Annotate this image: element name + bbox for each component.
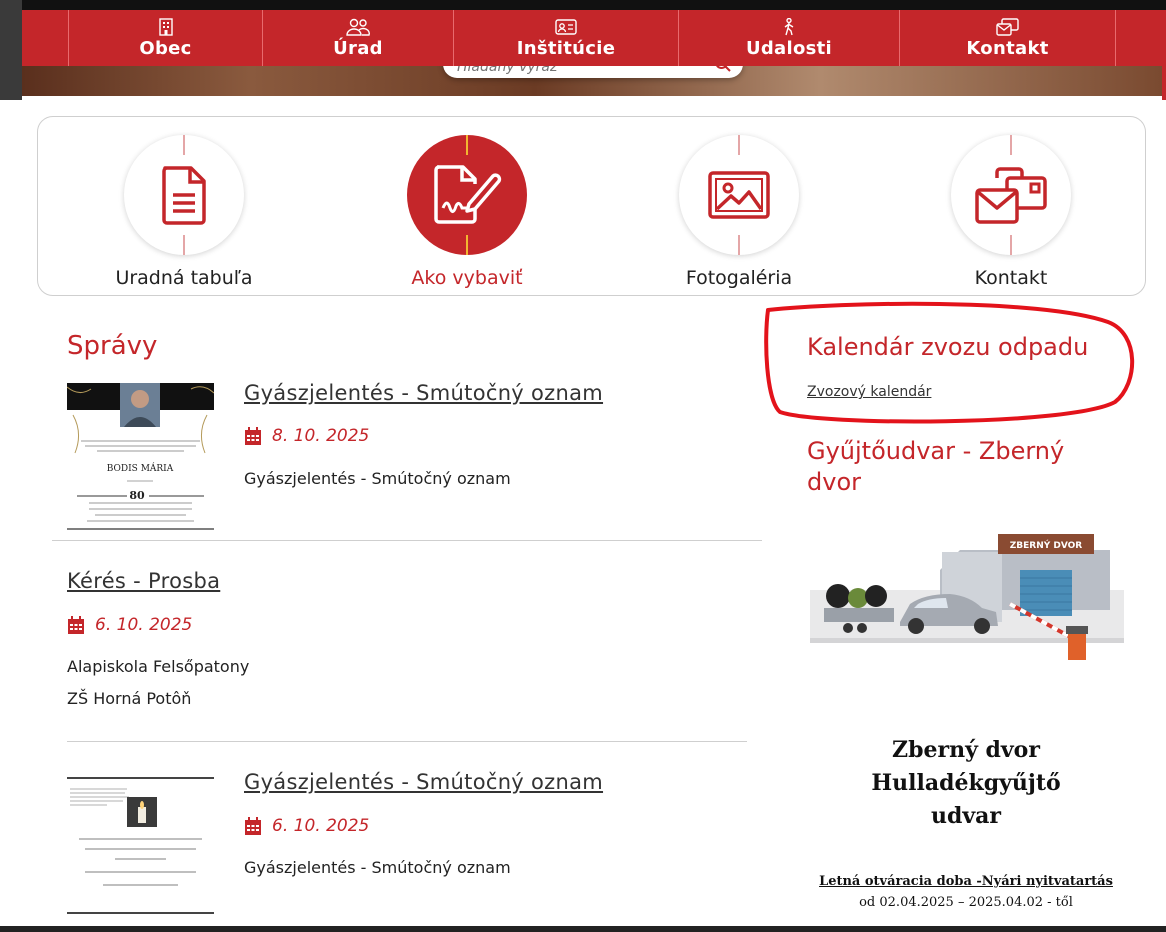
nav-item-institucie[interactable]: Inštitúcie bbox=[454, 10, 679, 66]
signed-document-icon bbox=[434, 165, 502, 224]
news-date-text: 8. 10. 2025 bbox=[272, 426, 370, 446]
news-divider bbox=[52, 540, 762, 541]
window-bottom-edge bbox=[0, 926, 1166, 932]
nav-label: Udalosti bbox=[745, 37, 833, 59]
quick-links-panel: Uradná tabuľa Ako vybaviť Fotogaléria Ko… bbox=[37, 116, 1146, 296]
quick-link-fotogaleria[interactable]: Fotogaléria bbox=[639, 135, 839, 289]
calendar-icon bbox=[245, 426, 261, 445]
collection-yard-title: Gyűjtőudvar - Zberný dvor bbox=[807, 437, 1065, 496]
people-icon bbox=[346, 18, 370, 36]
quick-link-circle bbox=[679, 135, 799, 255]
quick-link-label: Uradná tabuľa bbox=[115, 267, 253, 289]
nav-item-udalosti[interactable]: Udalosti bbox=[679, 10, 900, 66]
quick-link-kontakt[interactable]: Kontakt bbox=[911, 135, 1111, 289]
quick-link-circle bbox=[124, 135, 244, 255]
poster-line: Hulladékgyűjtő bbox=[871, 770, 1061, 796]
id-card-icon bbox=[555, 18, 577, 35]
news-item-date: 8. 10. 2025 bbox=[244, 426, 369, 446]
nav-item-kontakt[interactable]: Kontakt bbox=[900, 10, 1116, 66]
nav-item-obec[interactable]: Obec bbox=[69, 10, 263, 66]
nav-item-urad[interactable]: Úrad bbox=[263, 10, 454, 66]
news-item-title[interactable]: Gyászjelentés - Smútočný oznam bbox=[244, 770, 603, 794]
poster-valid-from: od 02.04.2025 – 2025.04.02 - től bbox=[859, 895, 1073, 910]
news-item-excerpt: Gyászjelentés - Smútočný oznam bbox=[244, 469, 511, 488]
news-item-date: 6. 10. 2025 bbox=[244, 816, 369, 836]
obituary-thumbnail[interactable] bbox=[67, 777, 214, 915]
quick-link-label: Kontakt bbox=[974, 267, 1048, 289]
poster-hours-title: Letná otváracia doba -Nyári nyitvatartás bbox=[819, 874, 1113, 889]
news-date-text: 6. 10. 2025 bbox=[272, 816, 370, 836]
news-item-excerpt-line: ZŠ Horná Potôň bbox=[67, 689, 192, 708]
hero-red-edge bbox=[1162, 10, 1166, 100]
news-item-excerpt-line: Alapiskola Felsőpatony bbox=[67, 657, 250, 676]
image-icon bbox=[708, 171, 770, 219]
quick-link-ako-vybavit[interactable]: Ako vybaviť bbox=[367, 135, 567, 289]
quick-link-circle bbox=[407, 135, 527, 255]
collection-yard-sign: ZBERNÝ DVOR bbox=[1010, 539, 1083, 551]
quick-link-label: Fotogaléria bbox=[685, 267, 793, 289]
mail-card-icon bbox=[975, 167, 1047, 224]
news-section-title: Správy bbox=[67, 331, 158, 361]
hand-drawn-annotation bbox=[764, 301, 1135, 424]
window-top-edge bbox=[0, 0, 1166, 10]
collection-yard-illustration[interactable]: ZBERNÝ DVOR bbox=[810, 530, 1124, 670]
news-divider bbox=[67, 741, 747, 742]
calendar-icon bbox=[68, 615, 84, 634]
quick-link-circle bbox=[951, 135, 1071, 255]
news-item-title[interactable]: Kérés - Prosba bbox=[67, 569, 220, 593]
nav-label: Kontakt bbox=[966, 37, 1049, 59]
news-item-date: 6. 10. 2025 bbox=[67, 615, 192, 635]
walking-person-icon bbox=[784, 17, 794, 35]
document-icon bbox=[162, 166, 206, 225]
quick-link-uradna-tabula[interactable]: Uradná tabuľa bbox=[84, 135, 284, 289]
obituary-name: BODIS MÁRIA bbox=[107, 462, 174, 474]
obituary-age: 80 bbox=[129, 489, 145, 502]
nav-label: Inštitúcie bbox=[516, 37, 616, 59]
left-page-edge bbox=[0, 0, 22, 100]
quick-link-label: Ako vybaviť bbox=[411, 267, 523, 289]
news-item-excerpt: Gyászjelentés - Smútočný oznam bbox=[244, 858, 511, 877]
news-item-title[interactable]: Gyászjelentés - Smútočný oznam bbox=[244, 381, 603, 405]
main-navigation: Obec Úrad Inštitúcie Udalosti Kontakt bbox=[22, 10, 1162, 66]
calendar-icon bbox=[245, 816, 261, 835]
building-icon bbox=[158, 17, 173, 36]
contact-card-icon bbox=[995, 17, 1019, 36]
poster-line: udvar bbox=[930, 803, 1001, 829]
nav-label: Úrad bbox=[333, 37, 383, 59]
nav-spacer bbox=[22, 10, 69, 66]
poster-line: Zberný dvor bbox=[892, 737, 1040, 763]
poster-heading: Zberný dvor Hulladékgyűjtő udvar bbox=[800, 734, 1132, 833]
news-date-text: 6. 10. 2025 bbox=[95, 615, 193, 635]
nav-label: Obec bbox=[139, 37, 192, 59]
obituary-thumbnail[interactable]: BODIS MÁRIA 80 bbox=[67, 383, 214, 530]
